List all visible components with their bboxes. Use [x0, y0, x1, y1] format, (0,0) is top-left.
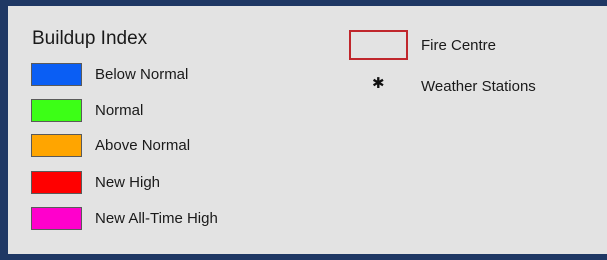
new-high-label: New High — [95, 174, 161, 191]
asterisk-icon: ✱ — [372, 75, 385, 92]
map-legend: Buildup Index Below Normal Normal Above … — [8, 6, 607, 254]
new-all-time-high-label: New All-Time High — [95, 210, 218, 227]
above-normal-label: Above Normal — [95, 137, 191, 154]
fire-centre-label: Fire Centre — [421, 37, 497, 54]
normal-swatch — [31, 99, 82, 122]
new-high-swatch — [31, 171, 82, 194]
above-normal-swatch — [31, 134, 82, 157]
fire-centre-swatch — [349, 30, 408, 60]
legend-title: Buildup Index — [32, 28, 148, 49]
below-normal-swatch — [31, 63, 82, 86]
normal-label: Normal — [95, 102, 144, 119]
below-normal-label: Below Normal — [95, 66, 189, 83]
new-all-time-high-swatch — [31, 207, 82, 230]
weather-stations-label: Weather Stations — [421, 78, 536, 95]
